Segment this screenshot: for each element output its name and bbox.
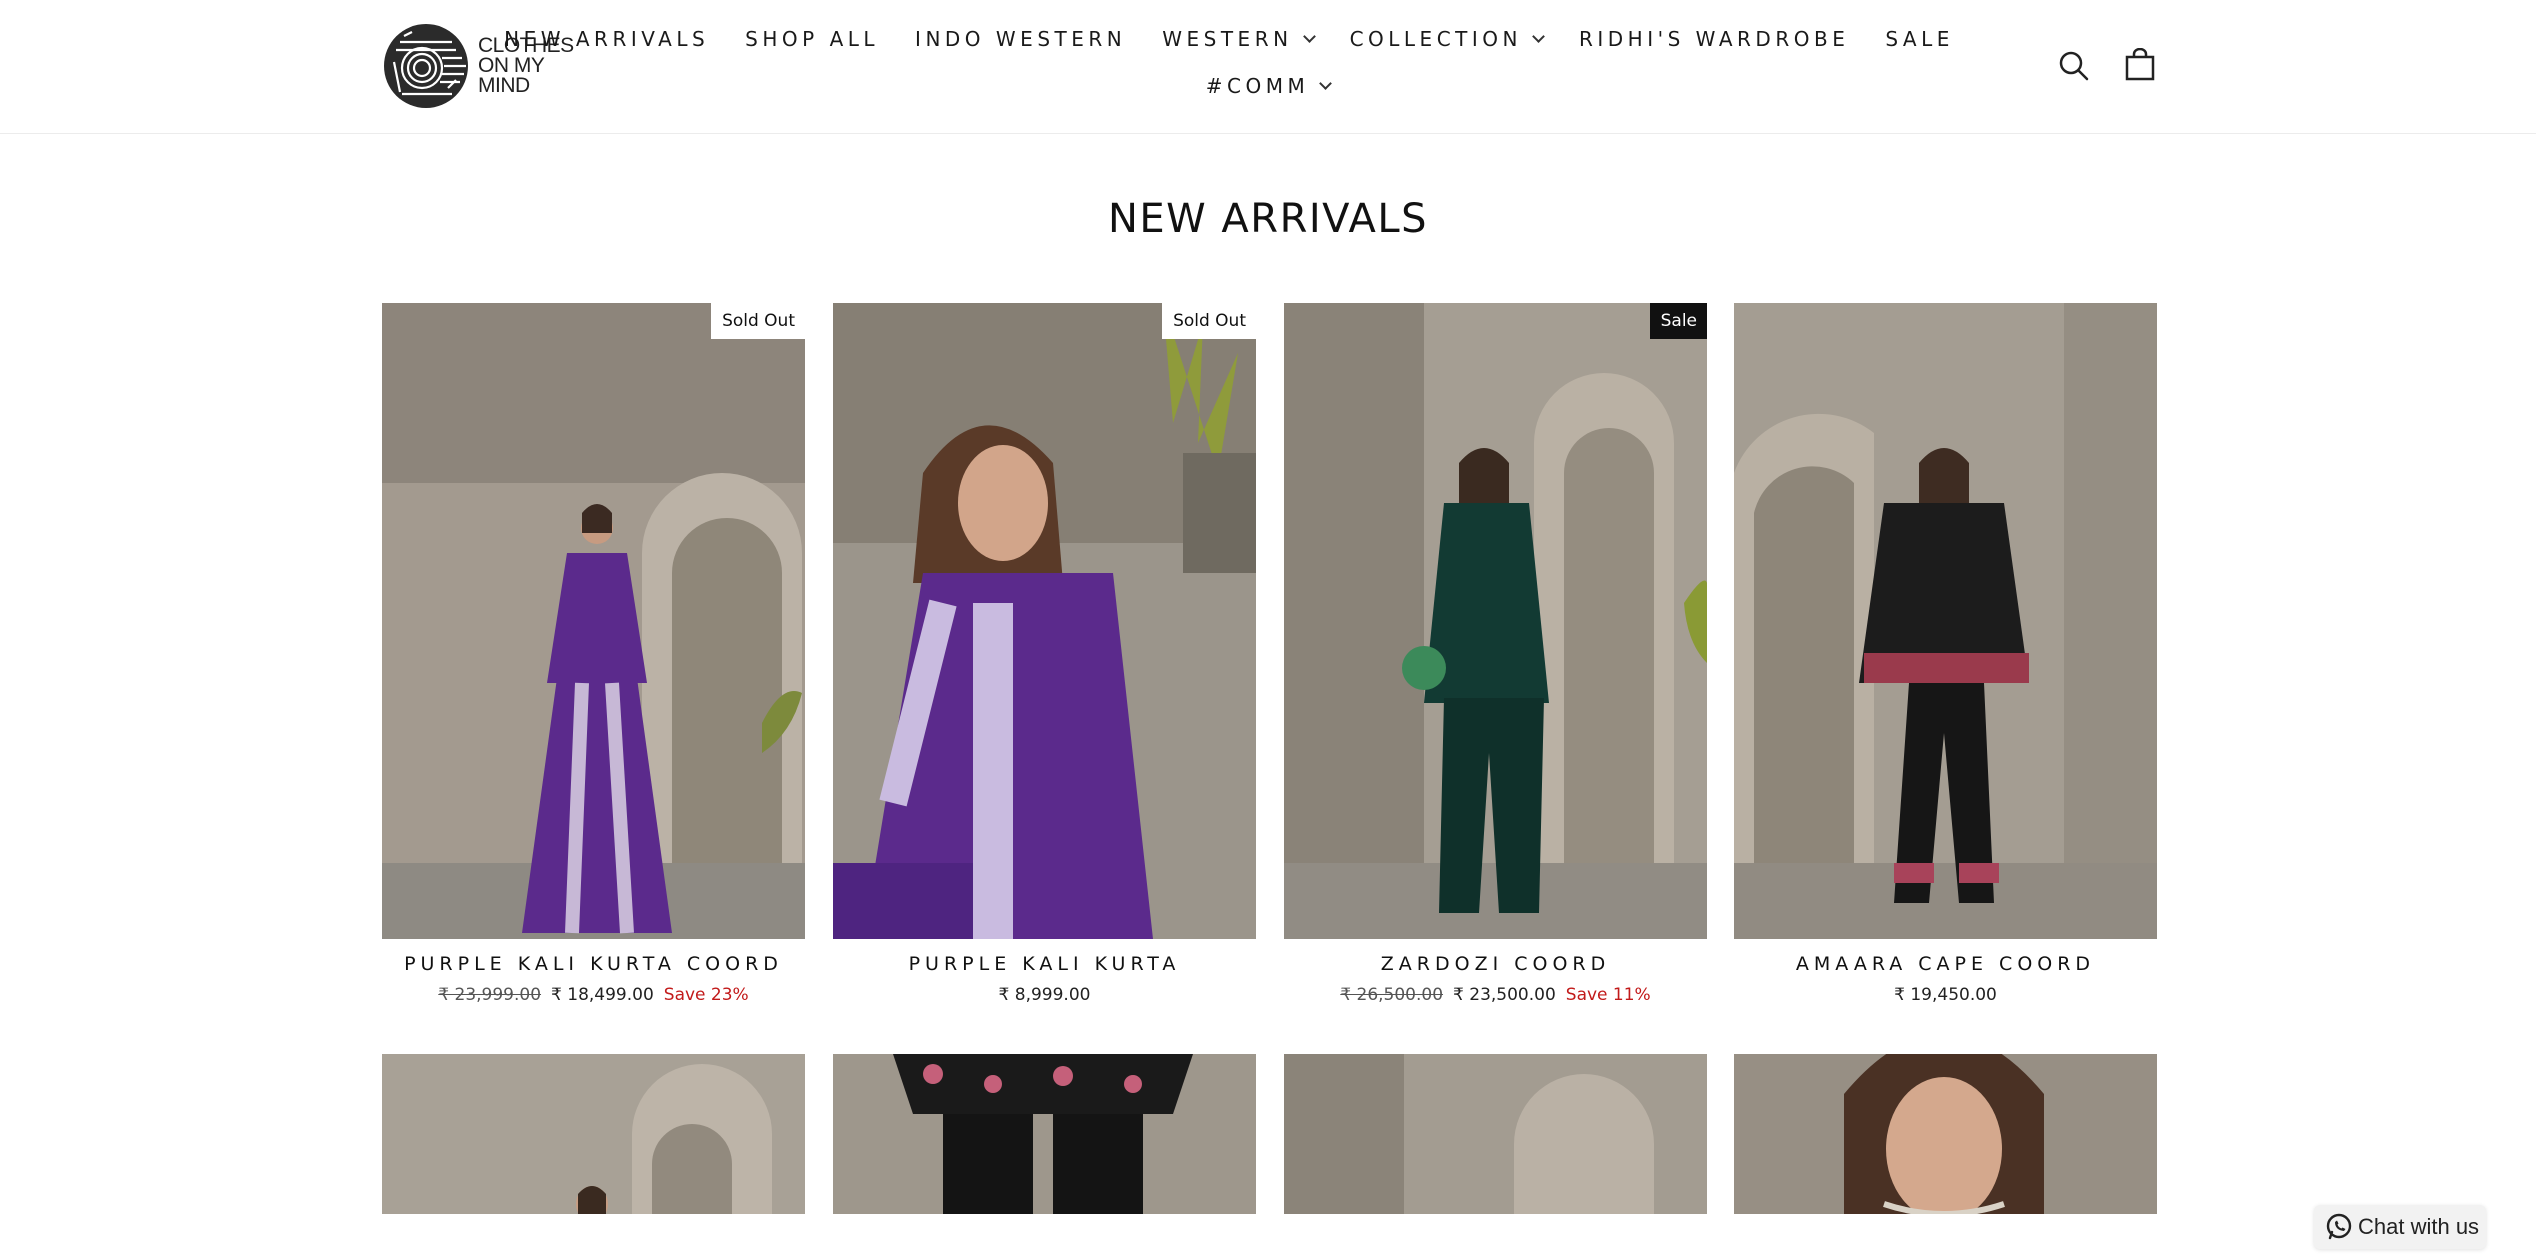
product-image[interactable] [1734,303,2157,939]
chevron-down-icon [1302,29,1316,43]
product-image[interactable] [833,1054,1256,1214]
product-card[interactable] [833,1054,1256,1214]
product-card[interactable] [382,1054,805,1214]
page-title: NEW ARRIVALS [1107,196,1429,242]
product-price: ₹ 19,450.00 [1734,985,2157,1005]
product-image[interactable] [1284,1054,1707,1214]
product-title[interactable]: PURPLE KALI KURTA [833,953,1256,975]
product-photo-row2-3 [1284,1054,1707,1214]
product-card[interactable]: AMAARA CAPE COORD ₹ 19,450.00 [1734,303,2157,1005]
product-title[interactable]: ZARDOZI COORD [1284,953,1707,975]
nav-item-collection[interactable]: COLLECTION [1349,27,1545,51]
nav-label: RIDHI'S WARDROBE [1578,27,1850,51]
nav-item-comm[interactable]: #COMM [1205,74,1333,98]
site-header: Clothes on my mind NEW ARRIVALS SHOP ALL… [0,0,2536,134]
product-card[interactable]: Sold Out PURPLE KALI KURTA ₹ 8,999.00 [833,303,1256,1005]
chat-label: Chat with us [2358,1214,2480,1239]
nav-item-western[interactable]: WESTERN [1162,27,1316,51]
nav-label: COLLECTION [1349,27,1522,51]
product-image[interactable] [1734,1054,2157,1214]
nav-label: WESTERN [1162,27,1293,51]
product-photo-row2-2 [833,1054,1256,1214]
product-image[interactable] [382,1054,805,1214]
product-price: ₹ 23,999.00 ₹ 18,499.00 Save 23% [382,985,805,1005]
product-card[interactable] [1284,1054,1707,1214]
product-photo-row2-1 [382,1054,805,1214]
product-photo-amaara-cape-coord [1734,303,2157,939]
product-image[interactable]: Sale [1284,303,1707,939]
product-photo-zardozi-coord [1284,303,1707,939]
product-card[interactable]: Sold Out PURPLE KALI KURTA COORD ₹ 23,99… [382,303,805,1005]
nav-item-indo-western[interactable]: INDO WESTERN [915,27,1126,51]
nav-item-ridhis-wardrobe[interactable]: RIDHI'S WARDROBE [1579,27,1849,51]
nav-item-shop-all[interactable]: SHOP ALL [745,27,879,51]
nav-label: INDO WESTERN [915,27,1127,51]
product-photo-purple-kali-kurta-coord [382,303,805,939]
product-title[interactable]: PURPLE KALI KURTA COORD [382,953,805,975]
product-image[interactable]: Sold Out [382,303,805,939]
nav-item-new-arrivals[interactable]: NEW ARRIVALS [504,27,709,51]
original-price: ₹ 23,999.00 [438,985,542,1005]
product-price: ₹ 8,999.00 [833,985,1256,1005]
nav-label: NEW ARRIVALS [504,27,710,51]
whatsapp-icon [2326,1213,2352,1240]
nav-label: SHOP ALL [745,27,880,51]
save-percent: Save 23% [663,985,749,1005]
status-badge-sold-out: Sold Out [711,303,805,339]
nav-label: #COMM [1205,74,1310,98]
nav-label: SALE [1885,27,1954,51]
product-photo-purple-kali-kurta [833,303,1256,939]
nav-item-sale[interactable]: SALE [1885,27,1954,51]
original-price: ₹ 26,500.00 [1340,985,1444,1005]
price: ₹ 19,450.00 [1894,985,1997,1005]
product-image[interactable]: Sold Out [833,303,1256,939]
logo-line-2: on my [478,54,545,77]
chat-with-us-button[interactable]: Chat with us [2314,1205,2486,1249]
product-card[interactable] [1734,1054,2157,1214]
sale-price: ₹ 23,500.00 [1453,985,1556,1005]
search-icon[interactable] [2058,50,2090,82]
chevron-down-icon [1319,76,1333,90]
status-badge-sale: Sale [1649,303,1707,339]
price: ₹ 8,999.00 [998,985,1091,1005]
chevron-down-icon [1532,29,1545,43]
product-photo-row2-4 [1734,1054,2157,1214]
sale-price: ₹ 18,499.00 [551,985,654,1005]
save-percent: Save 11% [1565,985,1651,1005]
product-price: ₹ 26,500.00 ₹ 23,500.00 Save 11% [1284,985,1707,1005]
status-badge-sold-out: Sold Out [1162,303,1256,339]
product-title[interactable]: AMAARA CAPE COORD [1734,953,2157,975]
product-card[interactable]: Sale ZARDOZI COORD ₹ 26,500.00 ₹ 23,500.0… [1284,303,1707,1005]
shopping-bag-icon[interactable] [2124,48,2156,82]
